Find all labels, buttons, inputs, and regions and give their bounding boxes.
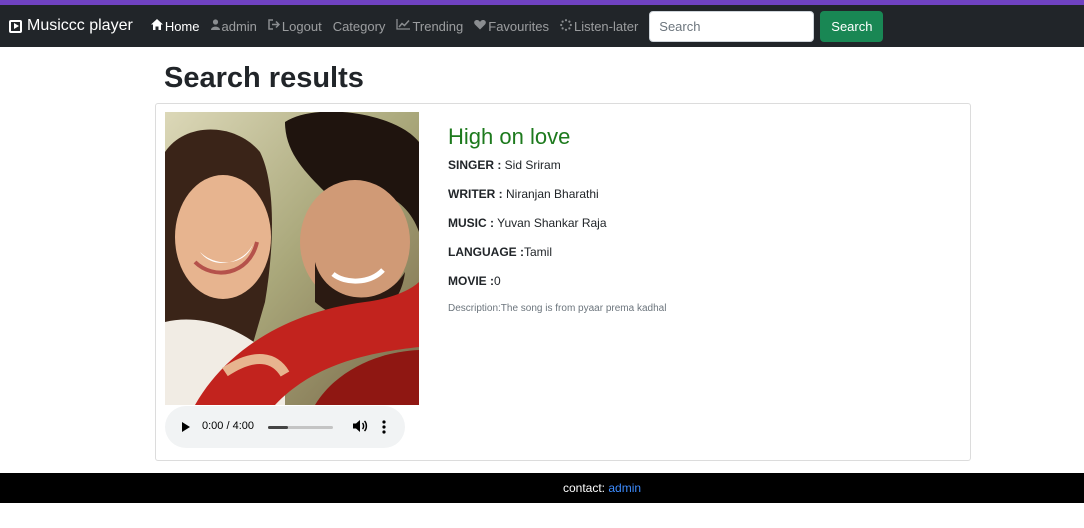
nav-category-label: Category [332,18,386,34]
singer-label: SINGER : [448,158,502,172]
audio-player[interactable]: 0:00 / 4:00 [165,406,405,448]
more-options-icon[interactable] [379,418,389,436]
song-description: Description:The song is from pyaar prema… [448,303,667,314]
audio-progress-track[interactable] [268,426,333,429]
language-field: LANGUAGE :Tamil [448,245,666,259]
music-label: MUSIC : [448,216,494,230]
nav-home[interactable]: Home [150,18,200,34]
writer-label: WRITER : [448,187,503,201]
nav-listen-later[interactable]: Listen-later [560,19,638,34]
contact-label: contact: [562,481,605,495]
play-icon[interactable] [182,422,190,432]
nav-category[interactable]: Category [333,19,386,34]
result-card: 0:00 / 4:00 High on love SINGER : Sid Sr… [155,103,971,461]
nav-favourites-label: Favourites [488,18,549,34]
user-icon [210,19,220,33]
home-icon [150,19,163,33]
spinner-icon [560,18,572,34]
nav-items: Home admin Logout Category Trending Favo… [150,18,649,34]
writer-value: Niranjan Bharathi [502,187,599,201]
nav-trending-label: Trending [412,18,464,34]
navbar: Musiccc player Home admin Logout Categor… [0,5,1084,47]
search-button[interactable]: Search [820,10,884,42]
brand-name: Musiccc player [27,17,133,34]
writer-field: WRITER : Niranjan Bharathi [448,187,666,201]
singer-field: SINGER : Sid Sriram [448,158,666,172]
brand-link[interactable]: Musiccc player [9,17,133,35]
music-field: MUSIC : Yuvan Shankar Raja [448,216,666,230]
music-value: Yuvan Shankar Raja [494,216,607,230]
audio-time: 0:00 / 4:00 [202,420,254,432]
heart-icon [474,19,487,33]
footer: contact: admin [0,473,1084,503]
nav-listen-later-label: Listen-later [573,18,639,34]
movie-field: MOVIE :0 [448,274,666,288]
nav-admin-label: admin [221,18,257,34]
nav-favourites[interactable]: Favourites [474,19,549,34]
album-cover-image [165,112,419,405]
nav-logout[interactable]: Logout [268,19,322,34]
nav-trending[interactable]: Trending [396,19,463,34]
trending-icon [396,19,411,33]
nav-home-label: Home [164,18,200,34]
play-square-icon [9,19,22,33]
search-input[interactable] [649,10,815,42]
movie-label: MOVIE : [448,274,495,288]
language-label: LANGUAGE : [448,245,524,259]
movie-value: 0 [494,274,501,288]
contact-admin-link[interactable]: admin [608,481,641,495]
page-title: Search results [164,62,364,94]
language-value: Tamil [524,245,553,259]
footer-contact: contact: admin [563,481,641,495]
nav-admin[interactable]: admin [210,18,257,34]
volume-icon[interactable] [352,418,368,434]
nav-logout-label: Logout [281,18,322,34]
singer-value: Sid Sriram [501,158,561,172]
logout-icon [268,19,280,33]
audio-progress-fill [268,426,288,429]
song-title: High on love [448,124,571,149]
song-info: High on love SINGER : Sid Sriram WRITER … [448,124,666,314]
